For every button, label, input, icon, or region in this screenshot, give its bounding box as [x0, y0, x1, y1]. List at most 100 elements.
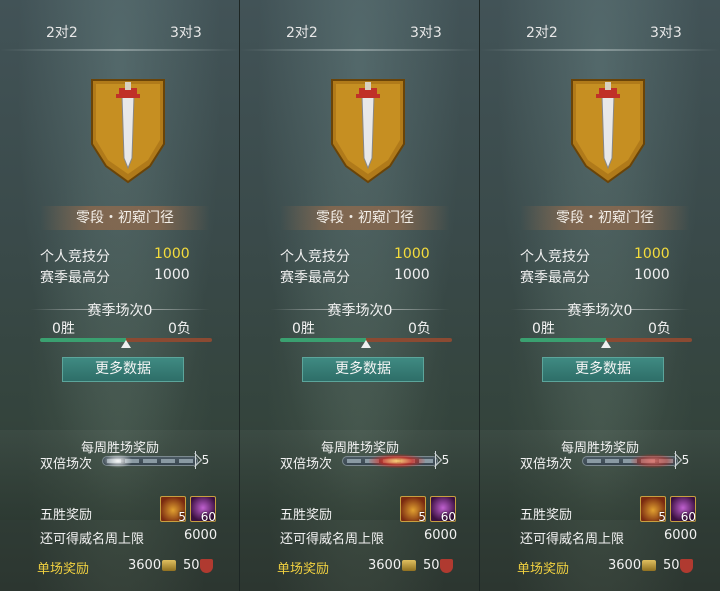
mode-tabs: 2对2 3对3 [480, 16, 720, 51]
personal-score-value: 1000 [394, 246, 430, 262]
personal-score-value: 1000 [634, 246, 670, 262]
more-data-button[interactable]: 更多数据 [542, 357, 664, 382]
season-matches: 赛季场次0 [87, 303, 153, 319]
double-label: 双倍场次 [520, 457, 573, 472]
season-high-label: 赛季最高分 [520, 270, 590, 286]
season-divider-right [390, 309, 450, 310]
win-bar-fill [40, 338, 126, 342]
season-high-value: 1000 [634, 267, 670, 283]
season-matches: 赛季场次0 [567, 303, 633, 319]
progress-glow-icon [369, 454, 425, 468]
season-high-label: 赛季最高分 [280, 270, 350, 286]
win-loss-bar [520, 338, 692, 348]
season-high-row: 赛季最高分 1000 [40, 267, 190, 287]
five-win-label: 五胜奖励 [520, 508, 573, 523]
coin-icon [162, 560, 176, 571]
losses-count: 0负 [168, 321, 191, 337]
losses-count: 0负 [408, 321, 431, 337]
rank-name: 零段・初窥门径 [280, 206, 450, 230]
tab-3v3[interactable]: 3对3 [650, 22, 682, 42]
treasure-chest-icon[interactable]: 5 [640, 496, 666, 524]
chest-count: 5 [418, 510, 426, 524]
ratio-marker-icon [361, 340, 371, 348]
sword-banner-icon [571, 79, 645, 184]
more-data-button[interactable]: 更多数据 [302, 357, 424, 382]
win-loss-bar [280, 338, 452, 348]
prestige-limit-label: 还可得威名周上限 [40, 532, 145, 547]
personal-score-row: 个人竞技分 1000 [40, 246, 190, 266]
coin-icon [642, 560, 656, 571]
season-divider-right [630, 309, 690, 310]
season-divider-right [150, 309, 210, 310]
prestige-limit-value: 6000 [664, 528, 698, 543]
tab-3v3[interactable]: 3对3 [410, 22, 442, 42]
progress-glow-icon [103, 454, 133, 468]
season-high-label: 赛季最高分 [40, 270, 110, 286]
five-win-label: 五胜奖励 [40, 508, 93, 523]
tab-divider [480, 49, 720, 51]
single-reward-label: 单场奖励 [277, 562, 330, 577]
treasure-chest-icon[interactable]: 5 [160, 496, 186, 524]
chest-count: 5 [178, 510, 186, 524]
arena-panel-2: 2对2 3对3 零段・初窥门径 个人竞技分 1000 赛季最高分 1000 赛季… [240, 0, 480, 591]
single-reward-label: 单场奖励 [37, 562, 90, 577]
single-reward-shield: 50 [663, 558, 680, 573]
double-progress-track [342, 454, 438, 468]
rank-name: 零段・初窥门径 [520, 206, 690, 230]
mode-tabs: 2对2 3对3 [0, 16, 239, 51]
win-bar-fill [520, 338, 606, 342]
personal-score-label: 个人竞技分 [40, 249, 110, 265]
personal-score-label: 个人竞技分 [520, 249, 590, 265]
wins-count: 0胜 [292, 321, 315, 337]
gem-count: 60 [680, 510, 696, 524]
personal-score-value: 1000 [154, 246, 190, 262]
prestige-limit-value: 6000 [424, 528, 458, 543]
double-progress-track [582, 454, 678, 468]
purple-gem-icon[interactable]: 60 [670, 496, 696, 524]
personal-score-row: 个人竞技分 1000 [280, 246, 430, 266]
tab-2v2[interactable]: 2对2 [526, 22, 558, 42]
tab-divider [0, 49, 239, 51]
single-reward-coins: 3600 [608, 558, 642, 573]
season-high-value: 1000 [394, 267, 430, 283]
wins-count: 0胜 [532, 321, 555, 337]
tab-2v2[interactable]: 2对2 [46, 22, 78, 42]
shield-icon [200, 559, 213, 573]
tab-3v3[interactable]: 3对3 [170, 22, 202, 42]
sword-banner-icon [331, 79, 405, 184]
single-reward-shield: 50 [423, 558, 440, 573]
wins-count: 0胜 [52, 321, 75, 337]
win-loss-bar [40, 338, 212, 348]
gem-count: 60 [200, 510, 216, 524]
double-label: 双倍场次 [280, 457, 333, 472]
win-bar-fill [280, 338, 366, 342]
ratio-marker-icon [121, 340, 131, 348]
prestige-limit-label: 还可得威名周上限 [520, 532, 625, 547]
purple-gem-icon[interactable]: 60 [430, 496, 456, 524]
rank-name: 零段・初窥门径 [40, 206, 210, 230]
tab-divider [240, 49, 479, 51]
double-progress-track [102, 454, 198, 468]
single-reward-coins: 3600 [368, 558, 402, 573]
chest-count: 5 [658, 510, 666, 524]
tab-2v2[interactable]: 2对2 [286, 22, 318, 42]
double-count: 5 [435, 451, 455, 469]
treasure-chest-icon[interactable]: 5 [400, 496, 426, 524]
arena-panel-1: 2对2 3对3 零段・初窥门径 个人竞技分 1000 赛季最高分 1000 赛季… [0, 0, 240, 591]
single-reward-coins: 3600 [128, 558, 162, 573]
season-high-row: 赛季最高分 1000 [280, 267, 430, 287]
more-data-button[interactable]: 更多数据 [62, 357, 184, 382]
personal-score-row: 个人竞技分 1000 [520, 246, 670, 266]
arena-panel-3: 2对2 3对3 零段・初窥门径 个人竞技分 1000 赛季最高分 1000 赛季… [480, 0, 720, 591]
prestige-limit-value: 6000 [184, 528, 218, 543]
ratio-marker-icon [601, 340, 611, 348]
season-high-row: 赛季最高分 1000 [520, 267, 670, 287]
shield-icon [680, 559, 693, 573]
five-win-label: 五胜奖励 [280, 508, 333, 523]
mode-tabs: 2对2 3对3 [240, 16, 479, 51]
purple-gem-icon[interactable]: 60 [190, 496, 216, 524]
single-reward-shield: 50 [183, 558, 200, 573]
single-reward-label: 单场奖励 [517, 562, 570, 577]
gem-count: 60 [440, 510, 456, 524]
sword-banner-icon [91, 79, 165, 184]
